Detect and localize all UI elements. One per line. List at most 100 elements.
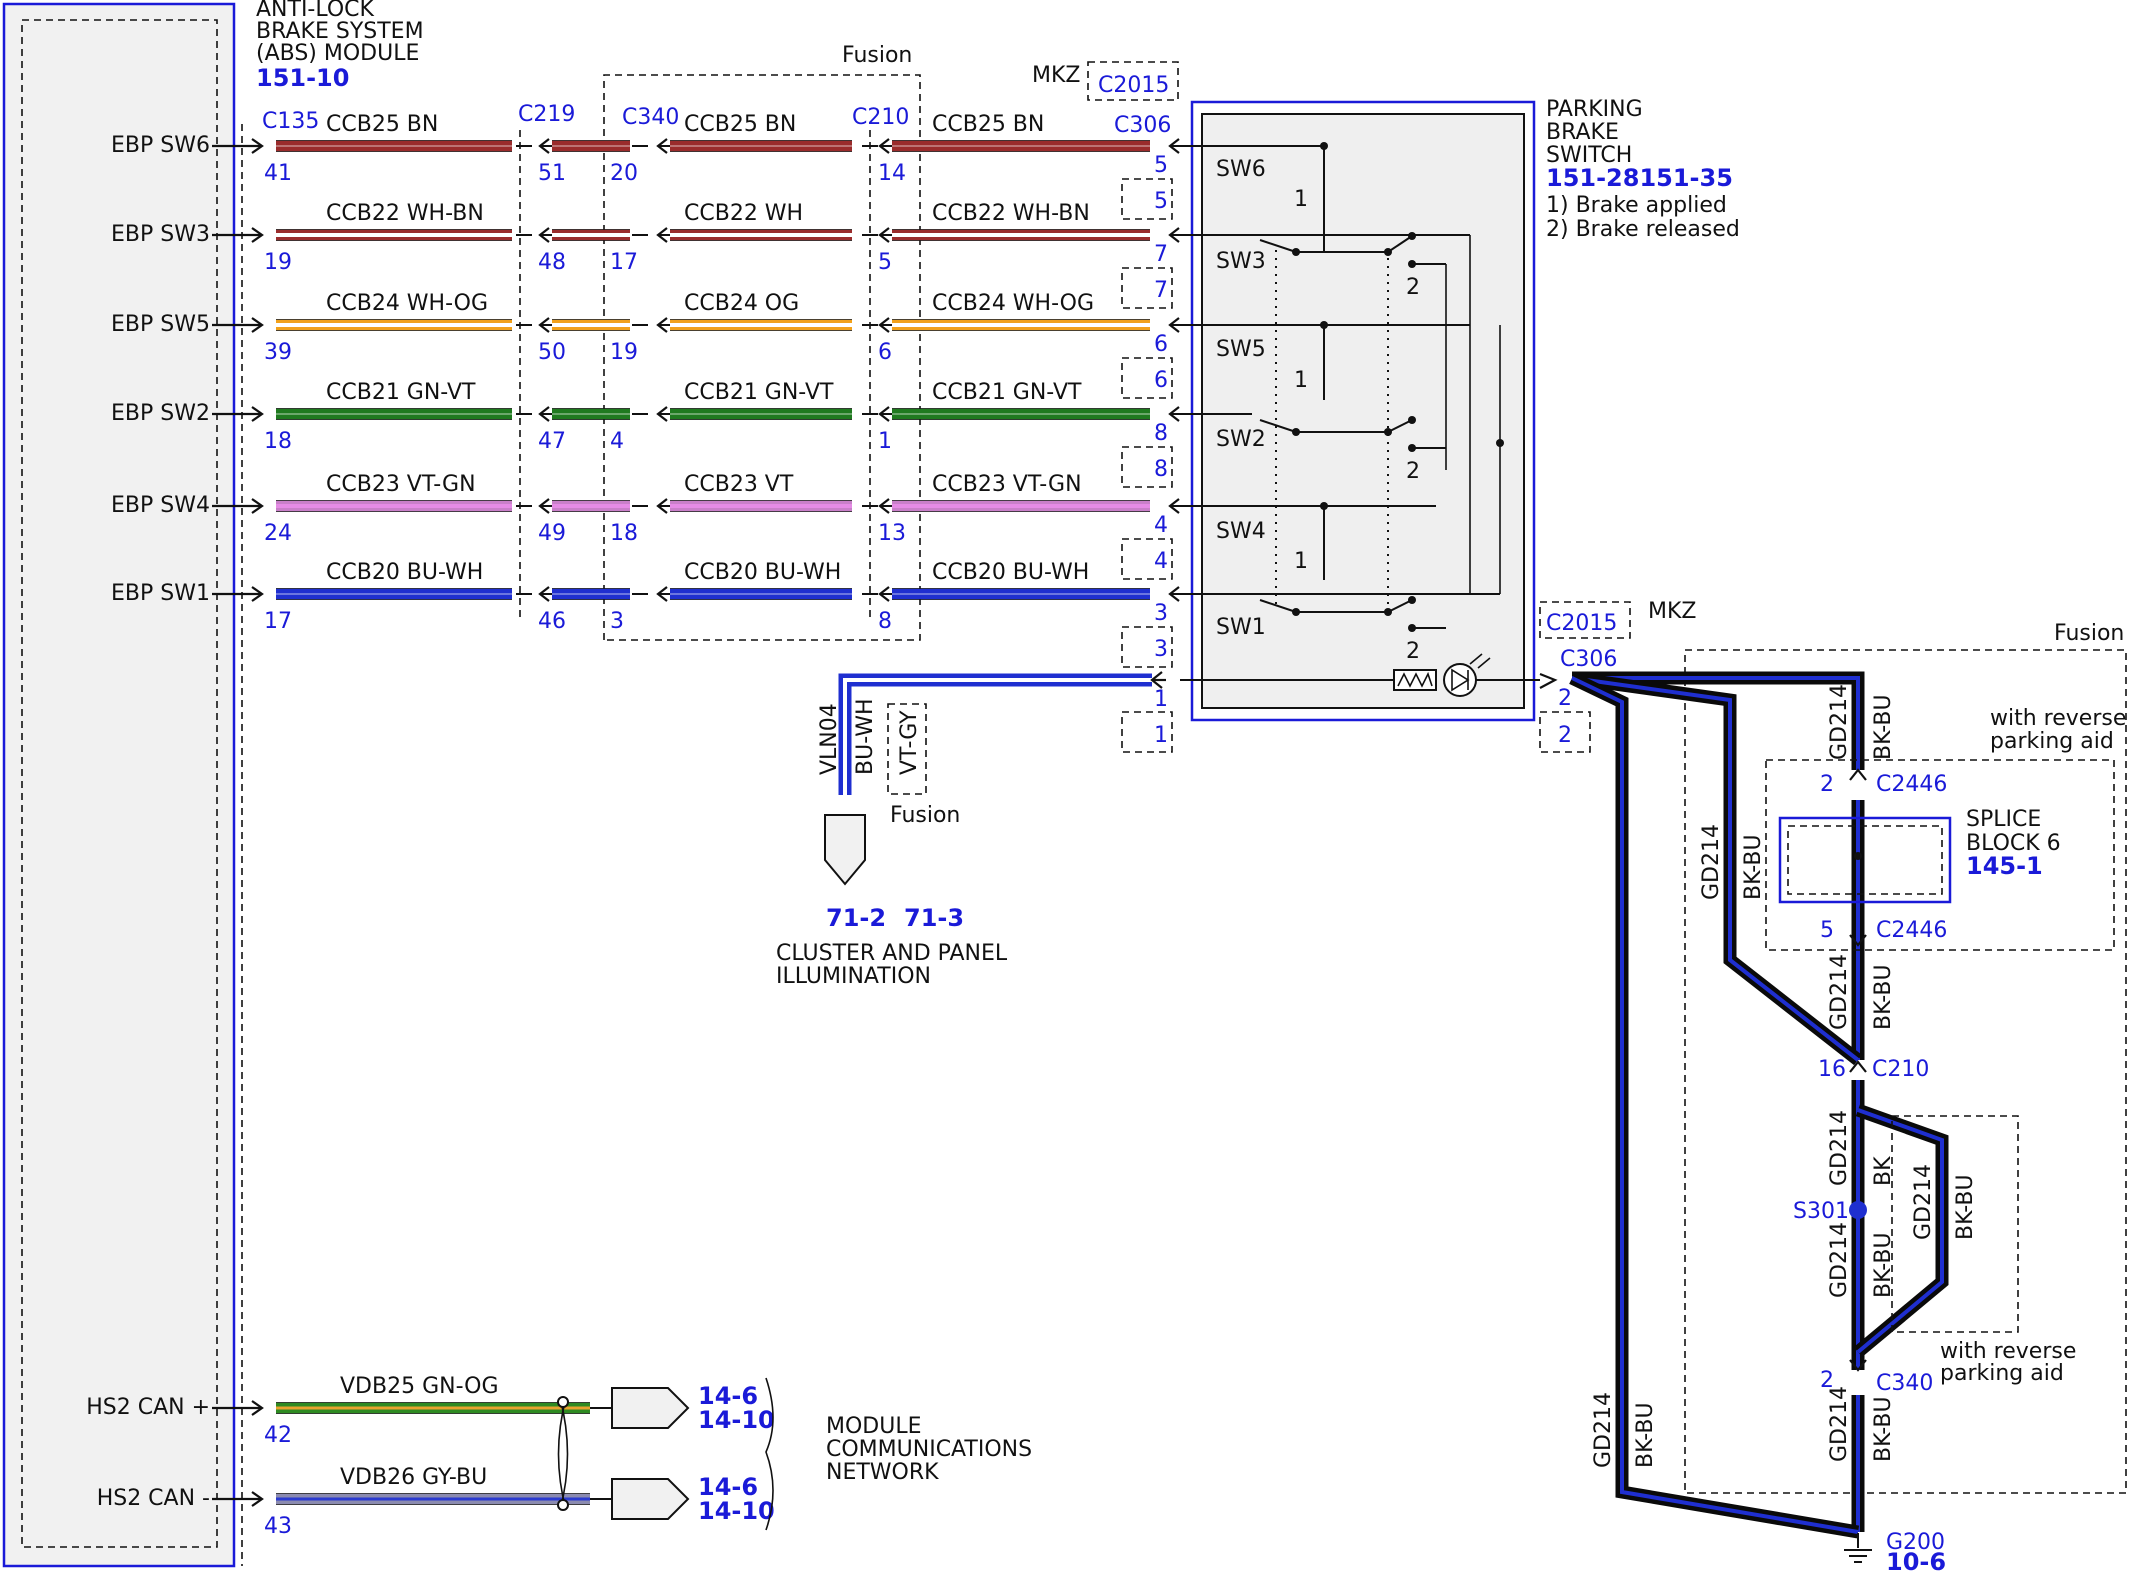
c210-pin: 1	[878, 429, 892, 454]
c2015-pin: 8	[1154, 457, 1168, 482]
circuit-label: CCB25 BN	[684, 112, 796, 137]
can-dest-2: COMMUNICATIONS	[826, 1437, 1032, 1462]
switch-title-2: BRAKE	[1546, 120, 1619, 145]
circuit-label: CCB24 WH-OG	[326, 291, 488, 316]
circuit-label: CCB24 OG	[684, 291, 799, 316]
circuit-label: CCB20 BU-WH	[684, 560, 841, 585]
rpa2-line2: parking aid	[1940, 1361, 2064, 1386]
module-pin-label: EBP SW2	[111, 401, 210, 426]
g200-ref: 10-6	[1886, 1548, 1946, 1571]
ground-mkz: MKZ	[1648, 599, 1696, 624]
c219-pin: 49	[538, 521, 566, 546]
circuit-label: CCB23 VT	[684, 472, 794, 497]
ground-circuit: C2015 MKZ C306 2 2 Fusion with reverse p…	[1539, 599, 2127, 1571]
mkz-label-top: MKZ	[1032, 63, 1080, 88]
c2015-pin: 7	[1154, 278, 1168, 303]
switch-pos2-label: 2	[1406, 459, 1420, 484]
can-pin: 43	[264, 1514, 292, 1539]
parking-brake-switch: PARKING BRAKE SWITCH 151-28151-35 1) Bra…	[1170, 97, 1740, 722]
c306-pin: 4	[1154, 513, 1168, 538]
c210-ground-pin: 16	[1818, 1057, 1846, 1082]
c135-pin: 17	[264, 609, 292, 634]
c2446-bottom-label: C2446	[1876, 918, 1947, 943]
c210-label: C210	[852, 105, 909, 130]
illum-fusion: Fusion	[890, 803, 960, 828]
circuit-label: CCB21 GN-VT	[932, 380, 1082, 405]
switch-label: SW4	[1216, 519, 1266, 544]
switch-pos1-label: 1	[1294, 187, 1308, 212]
switch-title-1: PARKING	[1546, 97, 1643, 122]
circuit-label: CCB22 WH-BN	[326, 201, 484, 226]
illum-ref-2: 71-3	[904, 904, 964, 932]
c219-pin: 48	[538, 250, 566, 275]
illum-dest-1: CLUSTER AND PANEL	[776, 941, 1008, 966]
c2015-label-top: C2015	[1098, 73, 1169, 98]
c2015-pin: 3	[1154, 637, 1168, 662]
ground-wire-label: BK-BU	[1871, 1396, 1896, 1462]
c340-label: C340	[622, 105, 679, 130]
ground-c2015-label: C2015	[1546, 611, 1617, 636]
can-ref-2: 14-10	[698, 1497, 775, 1525]
ground-wire-label: GD214	[1827, 954, 1852, 1030]
module-pin-label: HS2 CAN +	[86, 1395, 210, 1420]
circuit-label: CCB25 BN	[326, 112, 438, 137]
c2015-pin: 5	[1154, 189, 1168, 214]
c210-pin: 5	[878, 250, 892, 275]
c210-pin: 8	[878, 609, 892, 634]
circuit-label: CCB20 BU-WH	[326, 560, 483, 585]
switch-note-1: 1) Brake applied	[1546, 193, 1727, 218]
c219-pin: 46	[538, 609, 566, 634]
circuit-label: CCB24 WH-OG	[932, 291, 1094, 316]
can-ref-2: 14-10	[698, 1406, 775, 1434]
can-destination: MODULE COMMUNICATIONS NETWORK	[765, 1377, 1032, 1531]
can-dest-3: NETWORK	[826, 1460, 939, 1485]
circuit-label: CCB21 GN-VT	[326, 380, 476, 405]
c210-ground-label: C210	[1872, 1057, 1929, 1082]
switch-label: SW3	[1216, 249, 1266, 274]
c2446-top-pin: 2	[1820, 772, 1834, 797]
switch-pos1-label: 1	[1294, 549, 1308, 574]
ground-wire-label: GD214	[1827, 1222, 1852, 1298]
s301-splice-dot	[1849, 1201, 1867, 1219]
c135-pin: 18	[264, 429, 292, 454]
ground-c306-pin: 2	[1558, 686, 1572, 711]
ground-wire-label: BK-BU	[1953, 1174, 1978, 1240]
c340-pin: 4	[610, 429, 624, 454]
ground-wire-label: BK-BU	[1871, 964, 1896, 1030]
ground-wire-label: GD214	[1911, 1164, 1936, 1240]
illum-c306-pin: 1	[1154, 687, 1168, 712]
c340-ground-label: C340	[1876, 1371, 1933, 1396]
c306-pin: 8	[1154, 421, 1168, 446]
c340-pin: 3	[610, 609, 624, 634]
rpa1-line1: with reverse	[1990, 706, 2126, 731]
illum-color-2: VT-GY	[897, 710, 922, 775]
illum-circuit: VLN04	[817, 703, 842, 775]
module-pin-label: EBP SW3	[111, 222, 210, 247]
led-icon	[1443, 663, 1477, 697]
c306-pin: 6	[1154, 332, 1168, 357]
can-circuit-label: VDB25 GN-OG	[340, 1374, 499, 1399]
circuit-label: CCB25 BN	[932, 112, 1044, 137]
module-pin-label: HS2 CAN -	[97, 1486, 210, 1511]
switch-pos2-label: 2	[1406, 639, 1420, 664]
can-dest-1: MODULE	[826, 1414, 922, 1439]
circuit-row: EBP SW2 CCB21 GN-VT CCB21 GN-VT CCB21 GN-VT…	[111, 380, 1182, 488]
c135-pin: 19	[264, 250, 292, 275]
illum-c2015-pin: 1	[1154, 723, 1168, 748]
circuit-label: CCB22 WH	[684, 201, 803, 226]
ground-wire-label: GD214	[1827, 1110, 1852, 1186]
c2015-pin: 6	[1154, 368, 1168, 393]
switch-ref: 151-28151-35	[1546, 164, 1733, 192]
ground-wire-label: GD214	[1699, 824, 1724, 900]
switch-note-2: 2) Brake released	[1546, 217, 1740, 242]
can-circuit-label: VDB26 GY-BU	[340, 1465, 487, 1490]
c135-pin: 41	[264, 161, 292, 186]
c219-pin: 47	[538, 429, 566, 454]
c2015-pin: 4	[1154, 549, 1168, 574]
c210-pin: 14	[878, 161, 906, 186]
circuit-rows: EBP SW6CCB25 BN CCB25 BN CCB25 BN41 51 20 14 5…	[111, 112, 1182, 668]
c219-label: C219	[518, 102, 575, 127]
switch-label: SW2	[1216, 427, 1266, 452]
ground-wire-label: BK-BU	[1633, 1402, 1658, 1468]
c219-pin: 50	[538, 340, 566, 365]
